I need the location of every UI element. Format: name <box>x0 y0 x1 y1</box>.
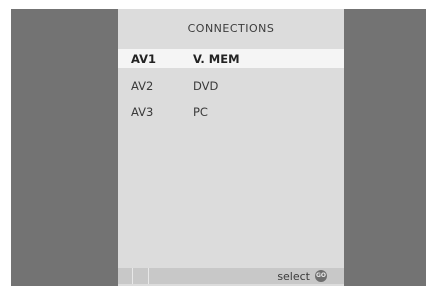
row-key: AV3 <box>131 105 154 119</box>
footer-bar: select GO <box>118 268 344 284</box>
menu-title: CONNECTIONS <box>187 22 275 35</box>
menu-row-av1[interactable]: AV1 V. MEM <box>118 49 344 68</box>
footer-divider <box>132 268 133 284</box>
connections-menu: CONNECTIONS AV1 V. MEM AV2 DVD AV3 PC se… <box>118 9 344 286</box>
go-button-icon[interactable]: GO <box>315 270 327 282</box>
row-value: V. MEM <box>193 52 240 66</box>
menu-row-av3[interactable]: AV3 PC <box>118 102 344 121</box>
row-value: DVD <box>193 79 219 93</box>
menu-row-av2[interactable]: AV2 DVD <box>118 76 344 95</box>
row-key: AV2 <box>131 79 154 93</box>
row-value: PC <box>193 105 208 119</box>
select-label: select <box>277 270 310 283</box>
footer-divider <box>148 268 149 284</box>
row-key: AV1 <box>131 52 157 66</box>
